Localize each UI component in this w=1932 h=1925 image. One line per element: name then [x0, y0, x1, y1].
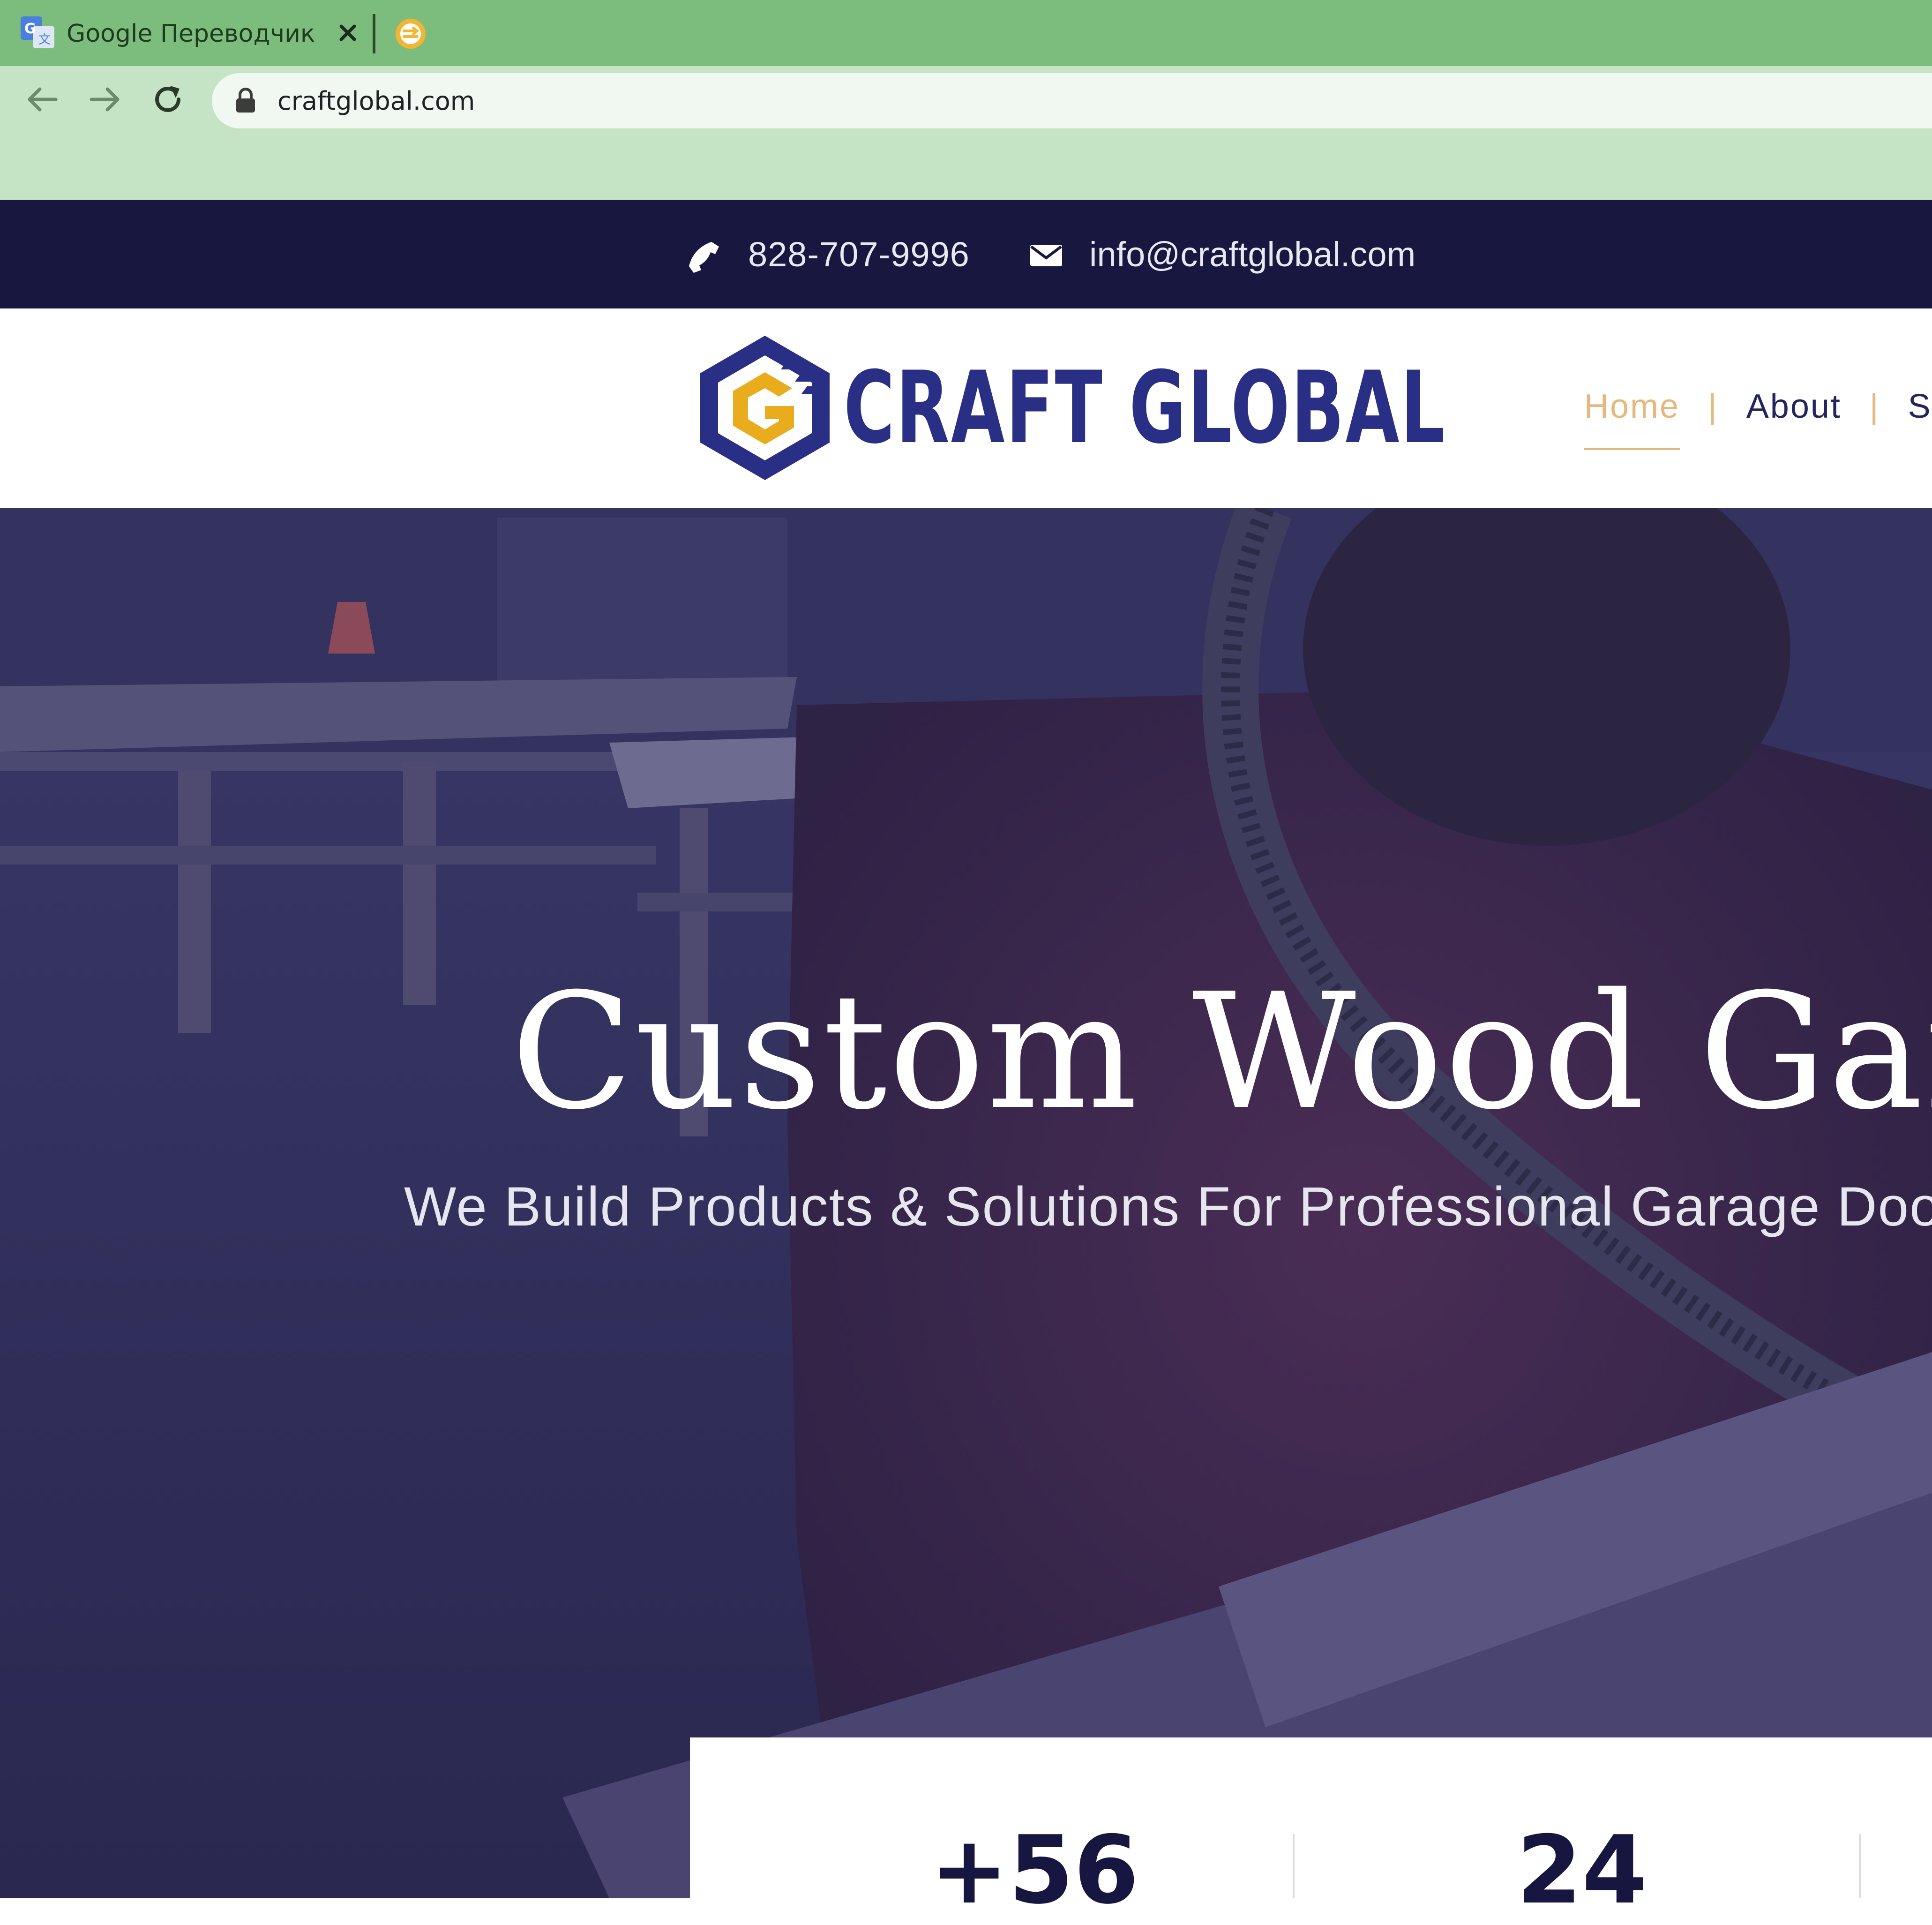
arrow-right-icon [90, 87, 120, 112]
arrow-left-icon [28, 87, 58, 112]
phone-link[interactable]: 828-707-9996 [748, 233, 970, 276]
forward-button[interactable] [85, 80, 125, 119]
reload-button[interactable] [148, 80, 187, 119]
stat-divider [1293, 1834, 1295, 1898]
svg-text:文: 文 [38, 33, 51, 47]
main-nav: Home | About | S [1584, 381, 1932, 450]
tab-close-button[interactable] [333, 18, 363, 48]
phone-icon [689, 242, 719, 273]
logo-text[interactable]: CRAFT GLOBAL [844, 356, 1446, 459]
stat-divider [1859, 1834, 1861, 1898]
craft-global-logo-icon[interactable] [695, 333, 835, 483]
google-translate-icon: G 文 [21, 16, 54, 48]
tab-separator [373, 14, 375, 53]
extension-icon[interactable] [394, 17, 427, 51]
lock-icon[interactable] [235, 87, 256, 113]
back-button[interactable] [22, 80, 62, 119]
close-icon [339, 24, 356, 41]
mail-icon [1030, 245, 1062, 266]
hero-title: Custom Wood Garag [511, 959, 1932, 1145]
email-link[interactable]: info@craftglobal.com [1089, 233, 1415, 276]
browser-tabstrip: G 文 Google Переводчик [0, 0, 1932, 66]
stat-value: +56 [930, 1816, 1139, 1925]
hero-section: Custom Wood Garag We Build Products & So… [0, 508, 1932, 1898]
nav-separator: | [1708, 388, 1718, 425]
url-text[interactable]: craftglobal.com [277, 83, 475, 120]
nav-separator: | [1869, 388, 1880, 425]
tab-title: Google Переводчик [67, 20, 315, 48]
stat-value: 24 [1517, 1816, 1647, 1925]
hero-subtitle: We Build Products & Solutions For Profes… [404, 1176, 1932, 1238]
reload-icon [155, 86, 180, 112]
nav-item-partial[interactable]: S [1908, 387, 1932, 426]
nav-item-about[interactable]: About [1746, 387, 1842, 426]
nav-item-home[interactable]: Home [1584, 387, 1680, 450]
svg-text:G: G [24, 21, 36, 37]
browser-tab[interactable]: G 文 Google Переводчик [19, 0, 366, 66]
stats-card [690, 1737, 1932, 1898]
